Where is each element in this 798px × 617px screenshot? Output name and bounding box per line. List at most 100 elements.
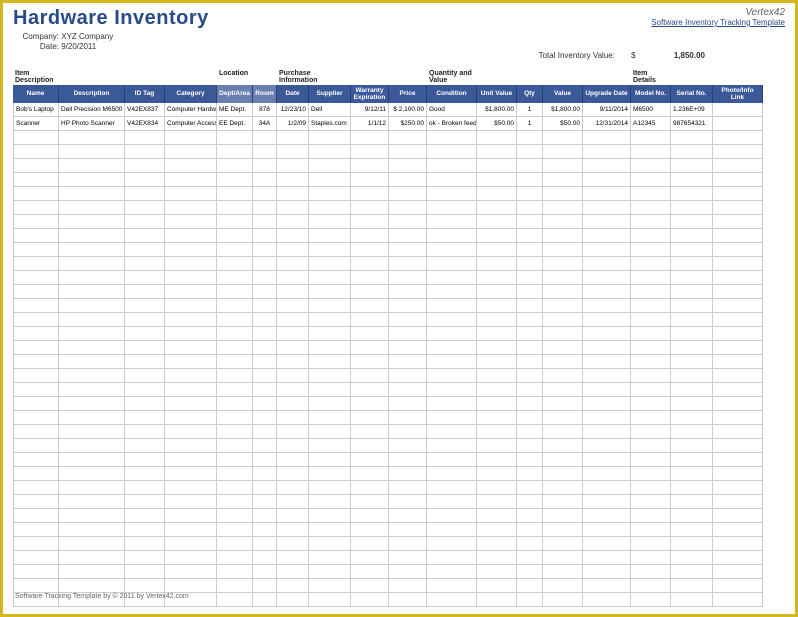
cell-category[interactable]: [165, 453, 217, 467]
cell-room[interactable]: [253, 453, 277, 467]
cell-photo[interactable]: [713, 131, 763, 145]
cell-supplier[interactable]: [309, 523, 351, 537]
table-row[interactable]: [13, 327, 785, 341]
cell-value[interactable]: [543, 397, 583, 411]
cell-price[interactable]: [389, 579, 427, 593]
cell-dept_area[interactable]: [217, 257, 253, 271]
cell-warranty[interactable]: [351, 481, 389, 495]
cell-upgrade[interactable]: [583, 495, 631, 509]
cell-upgrade[interactable]: [583, 509, 631, 523]
cell-warranty[interactable]: [351, 467, 389, 481]
cell-price[interactable]: [389, 145, 427, 159]
cell-price[interactable]: [389, 341, 427, 355]
cell-qty[interactable]: [517, 523, 543, 537]
cell-warranty[interactable]: [351, 243, 389, 257]
cell-value[interactable]: [543, 551, 583, 565]
cell-price[interactable]: [389, 593, 427, 607]
cell-category[interactable]: [165, 145, 217, 159]
cell-category[interactable]: [165, 537, 217, 551]
cell-unit_value[interactable]: [477, 229, 517, 243]
table-row[interactable]: [13, 495, 785, 509]
cell-id_tag[interactable]: [125, 523, 165, 537]
cell-dept_area[interactable]: [217, 229, 253, 243]
cell-condition[interactable]: ok - Broken feede: [427, 117, 477, 131]
cell-upgrade[interactable]: [583, 523, 631, 537]
cell-category[interactable]: [165, 229, 217, 243]
cell-model[interactable]: M6500: [631, 103, 671, 117]
cell-supplier[interactable]: [309, 565, 351, 579]
cell-serial[interactable]: [671, 159, 713, 173]
cell-name[interactable]: [13, 327, 59, 341]
cell-photo[interactable]: [713, 215, 763, 229]
cell-warranty[interactable]: [351, 425, 389, 439]
logo-link[interactable]: Software Inventory Tracking Template: [651, 18, 785, 27]
cell-dept_area[interactable]: [217, 523, 253, 537]
cell-upgrade[interactable]: [583, 411, 631, 425]
cell-serial[interactable]: [671, 173, 713, 187]
cell-serial[interactable]: [671, 285, 713, 299]
cell-model[interactable]: [631, 173, 671, 187]
cell-price[interactable]: [389, 411, 427, 425]
cell-warranty[interactable]: 1/1/12: [351, 117, 389, 131]
cell-unit_value[interactable]: [477, 481, 517, 495]
cell-warranty[interactable]: [351, 397, 389, 411]
cell-photo[interactable]: [713, 299, 763, 313]
cell-unit_value[interactable]: [477, 173, 517, 187]
cell-value[interactable]: [543, 341, 583, 355]
table-row[interactable]: ScannerHP Photo ScannerV42EX834Computer …: [13, 117, 785, 131]
cell-category[interactable]: [165, 579, 217, 593]
cell-description[interactable]: [59, 187, 125, 201]
cell-room[interactable]: [253, 509, 277, 523]
cell-photo[interactable]: [713, 257, 763, 271]
cell-pdate[interactable]: [277, 523, 309, 537]
cell-photo[interactable]: [713, 411, 763, 425]
cell-upgrade[interactable]: [583, 285, 631, 299]
cell-id_tag[interactable]: [125, 509, 165, 523]
cell-photo[interactable]: [713, 271, 763, 285]
table-row[interactable]: [13, 523, 785, 537]
cell-id_tag[interactable]: [125, 537, 165, 551]
cell-description[interactable]: [59, 159, 125, 173]
cell-price[interactable]: [389, 355, 427, 369]
cell-warranty[interactable]: [351, 383, 389, 397]
cell-id_tag[interactable]: [125, 131, 165, 145]
cell-category[interactable]: [165, 173, 217, 187]
cell-unit_value[interactable]: [477, 439, 517, 453]
table-row[interactable]: [13, 355, 785, 369]
table-row[interactable]: [13, 509, 785, 523]
cell-price[interactable]: [389, 551, 427, 565]
cell-dept_area[interactable]: [217, 481, 253, 495]
cell-upgrade[interactable]: [583, 425, 631, 439]
cell-condition[interactable]: [427, 425, 477, 439]
cell-description[interactable]: [59, 369, 125, 383]
cell-qty[interactable]: [517, 341, 543, 355]
cell-photo[interactable]: [713, 229, 763, 243]
cell-id_tag[interactable]: [125, 411, 165, 425]
cell-dept_area[interactable]: [217, 145, 253, 159]
cell-category[interactable]: [165, 439, 217, 453]
cell-room[interactable]: [253, 215, 277, 229]
cell-qty[interactable]: [517, 243, 543, 257]
cell-id_tag[interactable]: [125, 187, 165, 201]
cell-pdate[interactable]: [277, 369, 309, 383]
cell-value[interactable]: [543, 327, 583, 341]
cell-upgrade[interactable]: [583, 551, 631, 565]
cell-category[interactable]: [165, 481, 217, 495]
cell-qty[interactable]: [517, 467, 543, 481]
cell-unit_value[interactable]: [477, 593, 517, 607]
table-row[interactable]: [13, 313, 785, 327]
cell-id_tag[interactable]: [125, 313, 165, 327]
cell-model[interactable]: [631, 425, 671, 439]
cell-category[interactable]: [165, 355, 217, 369]
cell-pdate[interactable]: [277, 453, 309, 467]
cell-description[interactable]: [59, 327, 125, 341]
cell-value[interactable]: [543, 383, 583, 397]
cell-photo[interactable]: [713, 159, 763, 173]
cell-serial[interactable]: [671, 299, 713, 313]
cell-name[interactable]: [13, 187, 59, 201]
cell-supplier[interactable]: [309, 201, 351, 215]
cell-supplier[interactable]: [309, 229, 351, 243]
cell-value[interactable]: [543, 201, 583, 215]
table-row[interactable]: [13, 369, 785, 383]
cell-category[interactable]: [165, 523, 217, 537]
